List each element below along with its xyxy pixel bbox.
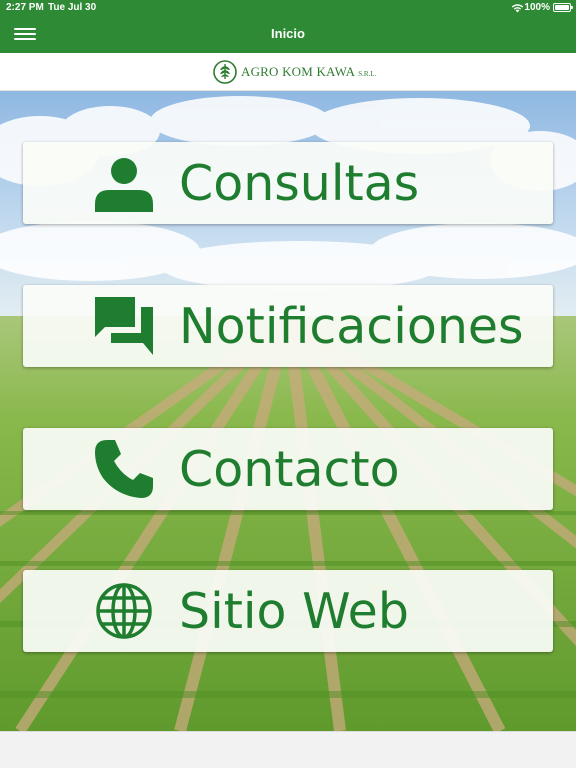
logo-name: AGRO KOM KAWA (241, 64, 356, 79)
notificaciones-label: Notificaciones (179, 298, 524, 355)
logo-emblem-icon (213, 60, 237, 84)
contacto-button[interactable]: Contacto (23, 428, 553, 510)
consultas-button[interactable]: Consultas (23, 142, 553, 224)
status-date: Tue Jul 30 (48, 2, 97, 13)
battery-icon (553, 3, 573, 12)
sitio-web-button[interactable]: Sitio Web (23, 570, 553, 652)
chat-icon (95, 297, 153, 355)
status-bar: 2:27 PM Tue Jul 30 100% (0, 0, 576, 16)
sitio-web-label: Sitio Web (179, 583, 409, 640)
logo-suffix: S.R.L. (358, 69, 377, 78)
logo-bar: AGRO KOM KAWA S.R.L. (0, 53, 576, 91)
company-logo: AGRO KOM KAWA S.R.L. (213, 59, 376, 85)
notificaciones-button[interactable]: Notificaciones (23, 285, 553, 367)
status-time: 2:27 PM (6, 2, 44, 13)
nav-bar: Inicio (0, 16, 576, 53)
battery-percent: 100% (524, 2, 550, 13)
wifi-icon (511, 4, 524, 13)
page-title: Inicio (271, 26, 305, 41)
person-icon (95, 158, 153, 212)
bottom-bar (0, 731, 576, 768)
contacto-label: Contacto (179, 441, 400, 498)
phone-icon (95, 440, 153, 498)
globe-icon (96, 583, 152, 639)
consultas-label: Consultas (179, 155, 420, 212)
